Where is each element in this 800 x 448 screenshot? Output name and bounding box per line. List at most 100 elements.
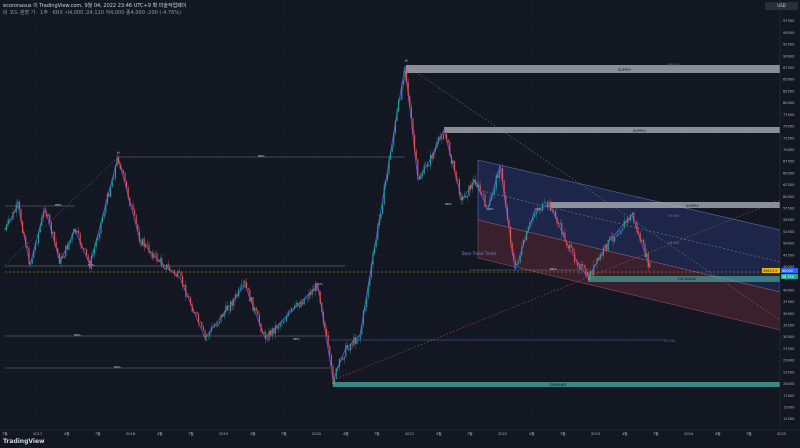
x-tick-label: 2019	[219, 432, 229, 436]
candle-body	[223, 312, 225, 317]
x-tick-label: 7월	[95, 431, 101, 436]
candle-body	[649, 262, 651, 267]
candle-body	[378, 218, 380, 226]
supply-zone-3[interactable]	[550, 202, 780, 208]
candle-body	[244, 282, 246, 285]
candle-body	[545, 202, 547, 203]
candle-body	[374, 246, 376, 254]
y-tick-label: 95000	[783, 31, 795, 35]
candle-body	[367, 286, 369, 298]
candle-body	[138, 231, 140, 242]
candle-body	[178, 271, 180, 273]
candle-body	[566, 241, 568, 246]
x-tick-label: 4월	[64, 431, 70, 436]
candle-body	[607, 239, 609, 251]
candle-body	[351, 344, 353, 346]
candle-body	[265, 332, 267, 340]
y-tick-label: 37500	[783, 300, 795, 304]
candle-body	[426, 164, 428, 167]
candle-body	[97, 237, 99, 241]
supply-zone-1-value: 86000	[668, 63, 680, 67]
candle-body	[63, 256, 65, 259]
candle-body	[372, 253, 374, 265]
supply-zone-1-label: SUPPLY	[618, 68, 632, 72]
supply-zone-2[interactable]	[444, 127, 780, 133]
candle-body	[30, 263, 32, 265]
candle-body	[12, 211, 14, 220]
candle-body	[353, 337, 355, 346]
candle-body	[431, 154, 433, 159]
candle-body	[633, 215, 635, 222]
x-tick-label: 4월	[622, 431, 628, 436]
trend-annotation: Bear Trend Trend	[462, 251, 496, 256]
candle-body	[529, 222, 531, 228]
candle-body	[145, 244, 147, 247]
candle-body	[382, 204, 384, 214]
y-tick-label: 75000	[783, 125, 795, 129]
candle-body	[87, 255, 89, 261]
candle-body	[462, 196, 464, 201]
y-tick-label: 47500	[783, 253, 795, 257]
channel-annotation: 54500	[668, 241, 680, 245]
candle-body	[322, 312, 324, 323]
candle-body	[249, 289, 251, 302]
candle-body	[167, 264, 169, 267]
candle-body	[180, 272, 182, 277]
candle-body	[620, 230, 622, 235]
supply-zone-1[interactable]	[406, 65, 780, 73]
candle-body	[554, 210, 556, 217]
candle-body	[585, 268, 587, 276]
candle-body	[393, 133, 395, 146]
candle-body	[289, 310, 291, 312]
candle-body	[522, 239, 524, 247]
candle-body	[282, 321, 284, 324]
candle-body	[170, 270, 172, 272]
candle-body	[28, 247, 30, 264]
x-tick-label: 7월	[281, 431, 287, 436]
candle-body	[503, 180, 505, 196]
candle-body	[508, 219, 510, 227]
candle-body	[439, 136, 441, 138]
candle-body	[134, 209, 136, 215]
candle-body	[263, 332, 265, 334]
candle-body	[329, 345, 331, 355]
candle-body	[202, 326, 204, 331]
candle-body	[514, 260, 516, 266]
candle-body	[194, 312, 196, 313]
candle-body	[250, 297, 252, 302]
candle-body	[418, 175, 420, 180]
candle-body	[348, 348, 350, 351]
candle-body	[236, 294, 238, 297]
candle-body	[214, 325, 216, 328]
candle-body	[270, 330, 272, 336]
candle-body	[596, 257, 598, 265]
candle-body	[342, 358, 344, 360]
candle-body	[84, 248, 86, 250]
candle-body	[33, 250, 35, 259]
candle-body	[52, 231, 54, 234]
candle-body	[196, 312, 198, 315]
candle-body	[65, 245, 67, 257]
candle-body	[161, 258, 163, 266]
currency-badge[interactable]: USD	[765, 2, 798, 10]
candle-body	[68, 242, 70, 250]
candle-body	[470, 185, 472, 190]
price-chart[interactable]: SUPPLY 86000 SUPPLY SUPPLY 55500 DEMAND …	[0, 0, 800, 448]
candle-body	[598, 257, 600, 260]
candle-body	[614, 236, 616, 242]
candle-body	[300, 302, 302, 308]
candle-body	[534, 214, 536, 217]
candle-body	[106, 193, 108, 204]
candle-body	[495, 175, 497, 189]
candle-body	[561, 223, 563, 235]
candle-body	[50, 222, 52, 234]
candle-body	[473, 179, 475, 183]
y-tick-label: 12500	[783, 417, 795, 421]
candle-body	[578, 266, 580, 269]
candle-body	[164, 268, 166, 270]
candle-body	[324, 322, 326, 330]
y-tick-label: 27500	[783, 347, 795, 351]
candle-body	[487, 205, 489, 207]
candle-body	[570, 244, 572, 248]
candle-body	[615, 236, 617, 237]
